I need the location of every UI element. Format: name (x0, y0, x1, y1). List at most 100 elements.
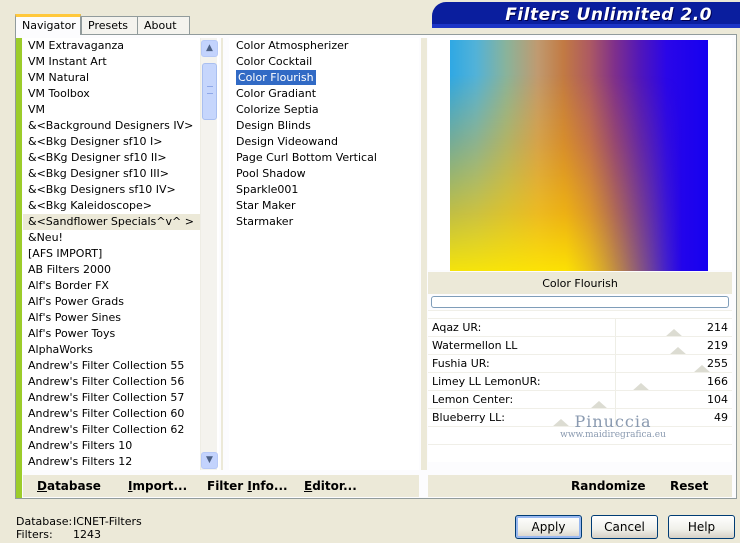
category-item[interactable]: Alf's Power Sines (23, 310, 219, 326)
slider-value: 255 (707, 357, 728, 370)
randomize-button[interactable]: Randomize (571, 479, 645, 493)
category-item[interactable]: Andrew's Filter Collection 56 (23, 374, 219, 390)
slider-lemon[interactable]: Lemon Center: 104 (428, 390, 732, 409)
category-item[interactable]: &<Bkg Kaleidoscope> (23, 198, 219, 214)
filter-item-label: Page Curl Bottom Vertical (236, 151, 377, 164)
filter-item-label: Color Gradiant (236, 87, 317, 100)
filter-item-label: Color Flourish (235, 69, 317, 86)
category-item[interactable]: Andrew's Filter Collection 62 (23, 422, 219, 438)
category-item[interactable]: Andrew's Filters 10 (23, 438, 219, 454)
filter-item[interactable]: Pool Shadow (229, 166, 419, 182)
panel-divider (421, 38, 427, 470)
filter-item-label: Color Atmospherizer (236, 39, 349, 52)
slider-track[interactable] (528, 355, 711, 373)
tab-presets[interactable]: Presets (81, 16, 145, 34)
filters-count-value: 1243 (73, 528, 101, 541)
slider-tick (615, 337, 616, 355)
status-info: Database: ICNET-Filters Filters: 1243 (16, 515, 142, 541)
category-item[interactable]: VM Natural (23, 70, 219, 86)
filter-item[interactable]: Design Blinds (229, 118, 419, 134)
category-item[interactable]: Andrew's Filter Collection 55 (23, 358, 219, 374)
scroll-down-button[interactable]: ▼ (201, 452, 218, 469)
filter-item[interactable]: Page Curl Bottom Vertical (229, 150, 419, 166)
filter-item[interactable]: Color Cocktail (229, 54, 419, 70)
editor-button[interactable]: Editor... (304, 479, 357, 493)
slider-value: 49 (714, 411, 728, 424)
database-status-value: ICNET-Filters (73, 515, 142, 528)
category-item[interactable]: Alf's Power Toys (23, 326, 219, 342)
slider-watermellon[interactable]: Watermellon LL 219 (428, 336, 732, 355)
filter-item-label: Design Blinds (236, 119, 311, 132)
category-item[interactable]: AB Filters 2000 (23, 262, 219, 278)
category-list[interactable]: VM Extravaganza VM Instant Art VM Natura… (23, 38, 219, 470)
slider-track[interactable] (528, 319, 702, 337)
database-button[interactable]: Database (37, 479, 101, 493)
filter-info-prefix: Filter (207, 479, 248, 493)
editor-label: ditor... (312, 479, 357, 493)
slider-limey[interactable]: Limey LL LemonUR: 166 (428, 372, 732, 391)
category-scrollbar[interactable]: ▲ ▼ (200, 38, 218, 470)
category-item[interactable]: VM Extravaganza (23, 38, 219, 54)
filter-list[interactable]: Color Atmospherizer Color Cocktail Color… (229, 38, 419, 470)
slider-tick (615, 355, 616, 373)
category-item[interactable]: Alf's Power Grads (23, 294, 219, 310)
filter-info-button[interactable]: Filter Info... (207, 479, 288, 493)
slider-tick (615, 373, 616, 391)
filter-item-label: Sparkle001 (236, 183, 299, 196)
filter-item-label: Starmaker (236, 215, 294, 228)
watermark-name: Pinuccia (574, 412, 652, 431)
help-button[interactable]: Help (668, 515, 735, 539)
category-item[interactable]: Andrew's Filter Collection 57 (23, 390, 219, 406)
filter-item[interactable]: Star Maker (229, 198, 419, 214)
category-item[interactable]: Andrew's Filter Collection 60 (23, 406, 219, 422)
filter-item[interactable]: Design Videowand (229, 134, 419, 150)
filter-item[interactable]: Sparkle001 (229, 182, 419, 198)
tab-about[interactable]: About (137, 16, 190, 34)
filter-item-label: Design Videowand (236, 135, 338, 148)
slider-track[interactable] (528, 337, 702, 355)
filter-item[interactable]: Color Gradiant (229, 86, 419, 102)
category-item[interactable]: &<Bkg Designer sf10 I> (23, 134, 219, 150)
category-item[interactable]: &Neu! (23, 230, 219, 246)
slider-label: Lemon Center: (432, 393, 514, 406)
filter-item[interactable]: Starmaker (229, 214, 419, 230)
grip-icon (207, 86, 213, 94)
filter-item-label: Pool Shadow (236, 167, 306, 180)
slider-value: 219 (707, 339, 728, 352)
category-item[interactable]: Andrew's Filters 12 (23, 454, 219, 470)
accent-bar (16, 38, 22, 498)
category-item[interactable]: AlphaWorks (23, 342, 219, 358)
slider-label: Watermellon LL (432, 339, 518, 352)
category-item[interactable]: &<Bkg Designer sf10 III> (23, 166, 219, 182)
scroll-up-button[interactable]: ▲ (201, 40, 218, 57)
slider-track[interactable] (528, 391, 702, 409)
tab-navigator[interactable]: Navigator (15, 14, 81, 35)
slider-fushia[interactable]: Fushia UR: 255 (428, 354, 732, 373)
category-item[interactable]: VM Toolbox (23, 86, 219, 102)
cancel-button[interactable]: Cancel (591, 515, 658, 539)
database-accel: D (37, 479, 47, 493)
apply-button[interactable]: Apply (515, 515, 582, 539)
filter-item[interactable]: Color Atmospherizer (229, 38, 419, 54)
slider-label: Aqaz UR: (432, 321, 482, 334)
category-item[interactable]: [AFS IMPORT] (23, 246, 219, 262)
slider-track[interactable] (528, 373, 702, 391)
chevron-up-icon: ▲ (206, 43, 213, 53)
slider-label: Limey LL LemonUR: (432, 375, 541, 388)
category-item[interactable]: Alf's Border FX (23, 278, 219, 294)
import-label: mport... (132, 479, 188, 493)
category-item[interactable]: &<Background Designers IV> (23, 118, 219, 134)
slider-aqaz[interactable]: Aqaz UR: 214 (428, 318, 732, 337)
list-divider (221, 38, 223, 470)
filter-item-selected[interactable]: Color Flourish (229, 69, 419, 86)
scroll-thumb[interactable] (202, 63, 217, 120)
category-item[interactable]: VM (23, 102, 219, 118)
import-button[interactable]: Import... (128, 479, 187, 493)
reset-button[interactable]: Reset (670, 479, 708, 493)
filter-item[interactable]: Colorize Septia (229, 102, 419, 118)
category-item[interactable]: &<Bkg Designers sf10 IV> (23, 182, 219, 198)
category-item[interactable]: VM Instant Art (23, 54, 219, 70)
category-item-selected[interactable]: &<Sandflower Specials^v^ > (23, 214, 200, 230)
category-item[interactable]: &<BKg Designer sf10 II> (23, 150, 219, 166)
preview-image-overlay (450, 40, 708, 271)
